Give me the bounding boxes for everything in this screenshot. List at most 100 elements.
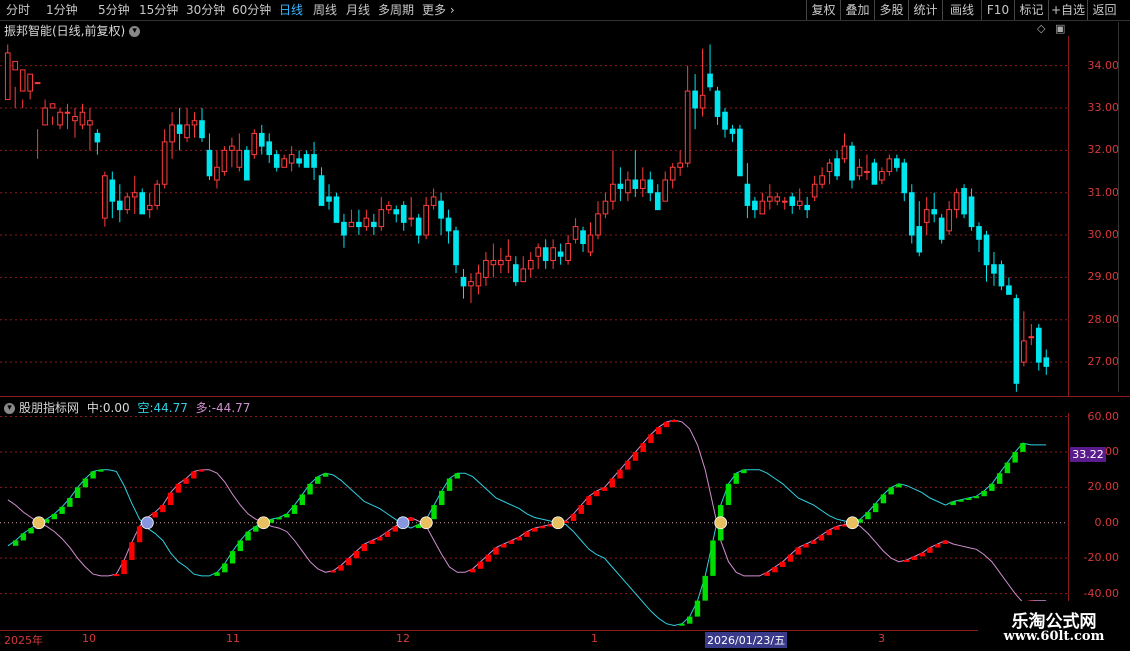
- green-bar: [253, 526, 259, 532]
- candle: [27, 73, 33, 92]
- candle: [602, 200, 609, 215]
- green-bar: [865, 512, 871, 520]
- green-bar: [222, 563, 228, 573]
- candle: [430, 196, 437, 206]
- watermark-url: www.60lt.com: [1003, 629, 1105, 644]
- candle: [595, 213, 601, 236]
- tab-more-label: 更多: [422, 3, 447, 17]
- red-bar: [663, 421, 670, 428]
- price-tick-label: 33.00: [1087, 101, 1120, 114]
- red-bar: [369, 540, 375, 545]
- date-label: 3: [878, 632, 885, 645]
- candle: [684, 90, 691, 164]
- indicator-chart[interactable]: [0, 413, 1070, 629]
- green-bar: [1012, 451, 1018, 463]
- candle: [1021, 340, 1027, 363]
- green-bar: [725, 483, 732, 506]
- tab-multi-period[interactable]: 多周期: [378, 2, 414, 18]
- right-info-strip: [1118, 22, 1130, 392]
- candle: [669, 166, 676, 181]
- green-bar: [20, 533, 27, 541]
- candle: [296, 158, 302, 164]
- candle: [767, 196, 773, 202]
- mark-button[interactable]: 标记: [1014, 0, 1048, 20]
- red-bar: [601, 487, 608, 491]
- tab-monthly[interactable]: 月线: [346, 2, 370, 18]
- candle: [460, 276, 467, 287]
- red-bar: [570, 513, 577, 521]
- candle: [385, 204, 392, 211]
- candle: [968, 196, 975, 228]
- candle: [610, 183, 616, 202]
- green-bar: [679, 623, 685, 626]
- green-bar: [214, 572, 220, 576]
- candle: [72, 115, 78, 122]
- stats-button[interactable]: 统计: [908, 0, 942, 20]
- green-bar: [965, 497, 972, 500]
- tab-more[interactable]: 更多 ›: [422, 2, 455, 18]
- tab-daily[interactable]: 日线: [279, 2, 303, 18]
- candle: [236, 149, 243, 168]
- red-bar: [470, 568, 476, 573]
- candle: [34, 82, 41, 85]
- candle: [87, 120, 93, 126]
- candle: [677, 162, 683, 168]
- candle: [572, 226, 579, 240]
- candle: [1013, 298, 1020, 384]
- overlay-button[interactable]: 叠加: [840, 0, 874, 20]
- diamond-icon[interactable]: ◇: [1037, 22, 1045, 35]
- candle: [901, 162, 908, 194]
- tab-5min[interactable]: 5分钟: [98, 2, 130, 18]
- red-bar: [795, 547, 801, 555]
- candle: [639, 179, 646, 189]
- tab-weekly[interactable]: 周线: [313, 2, 337, 18]
- candlestick-chart[interactable]: [0, 36, 1070, 396]
- candle: [483, 259, 489, 278]
- green-bar: [702, 575, 708, 601]
- candle: [908, 192, 915, 236]
- candle: [662, 179, 669, 202]
- candle: [475, 272, 482, 287]
- tab-30min[interactable]: 30分钟: [186, 2, 225, 18]
- f10-button[interactable]: F10: [981, 0, 1014, 20]
- green-bar: [51, 513, 58, 520]
- candle: [109, 179, 116, 202]
- green-bar: [82, 478, 89, 488]
- candle: [57, 111, 63, 126]
- candle: [199, 120, 205, 139]
- tab-fenshi[interactable]: 分时: [6, 2, 30, 18]
- price-tick-label: 27.00: [1087, 355, 1120, 369]
- red-bar: [834, 526, 840, 530]
- red-bar: [803, 544, 809, 548]
- red-bar: [330, 570, 337, 573]
- add-watchlist-button[interactable]: +自选: [1048, 0, 1087, 20]
- candle: [587, 234, 594, 253]
- tab-15min[interactable]: 15分钟: [139, 2, 178, 18]
- candle: [116, 200, 123, 211]
- green-bar: [74, 487, 81, 498]
- green-bar: [90, 471, 96, 479]
- candle: [229, 145, 235, 151]
- current-value-badge: 33.22: [1070, 447, 1106, 462]
- fuquan-button[interactable]: 复权: [806, 0, 840, 20]
- candle: [393, 209, 400, 215]
- candle: [505, 255, 512, 261]
- tab-1min[interactable]: 1分钟: [46, 2, 78, 18]
- candle: [251, 132, 258, 156]
- red-bar: [764, 572, 770, 576]
- back-button[interactable]: 返回: [1087, 0, 1121, 20]
- red-bar: [648, 434, 654, 444]
- candle: [879, 171, 885, 181]
- candle: [19, 69, 26, 92]
- green-bar: [1020, 443, 1026, 452]
- red-bar: [353, 551, 360, 559]
- window-toggle-icon[interactable]: ▣: [1055, 22, 1065, 35]
- red-bar: [524, 531, 530, 537]
- tab-60min[interactable]: 60分钟: [232, 2, 271, 18]
- draw-line-button[interactable]: 画线: [942, 0, 981, 20]
- multi-stock-button[interactable]: 多股: [874, 0, 908, 20]
- green-bar: [439, 490, 445, 506]
- candle: [527, 259, 534, 270]
- period-toolbar: 分时 1分钟 5分钟 15分钟 30分钟 60分钟 日线 周线 月线 多周期 更…: [0, 0, 1130, 21]
- candle: [4, 52, 11, 101]
